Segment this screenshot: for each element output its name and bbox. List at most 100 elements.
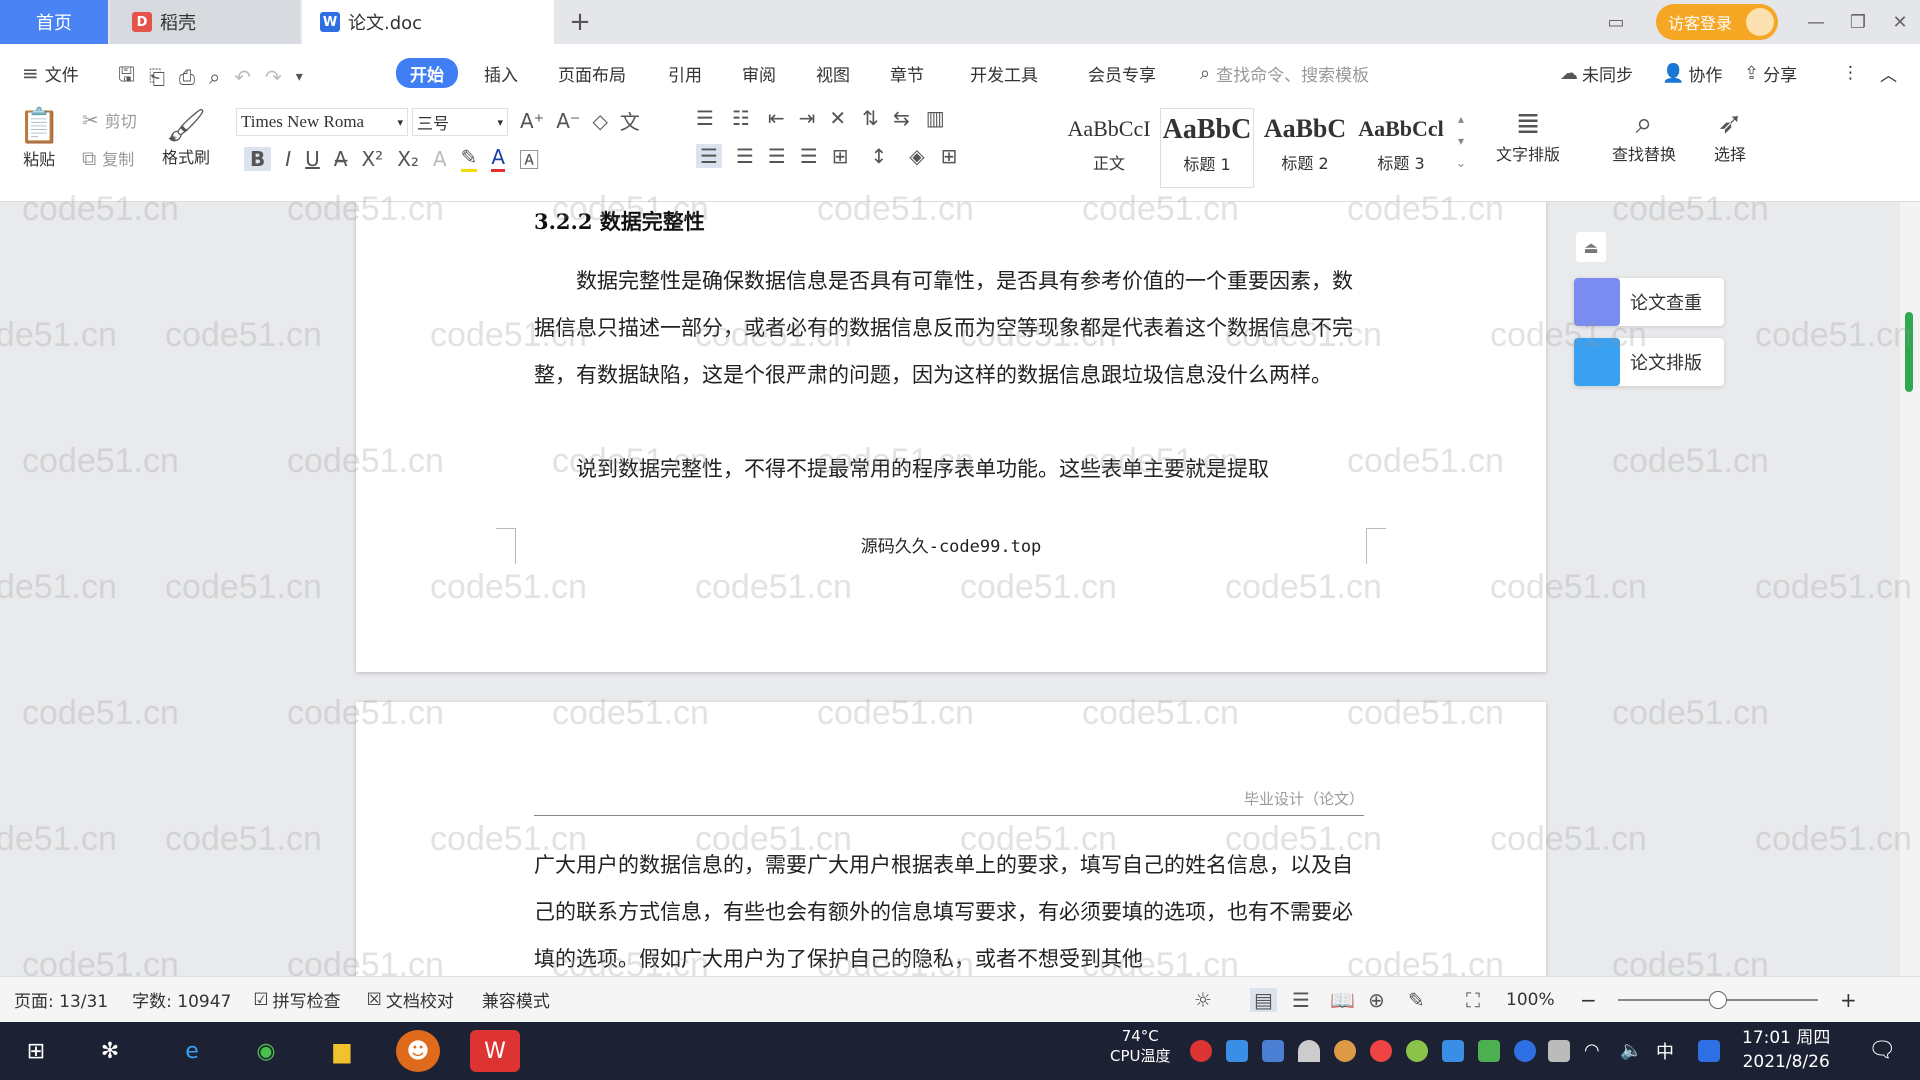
ime-indicator[interactable]: 中 <box>1656 1038 1674 1064</box>
font-color-icon[interactable]: A <box>491 145 506 172</box>
numbered-list-icon[interactable]: ☷ <box>732 106 750 130</box>
font-family-select[interactable]: Times New Roma ▾ <box>236 108 408 136</box>
share-button[interactable]: ⇪ 分享 <box>1744 58 1797 88</box>
menu-review[interactable]: 审阅 <box>742 58 776 88</box>
menu-member[interactable]: 会员专享 <box>1088 58 1156 88</box>
wifi-icon[interactable]: ◠ <box>1584 1040 1606 1062</box>
sync-button[interactable]: ☁ 未同步 <box>1560 58 1633 88</box>
increase-indent-icon[interactable]: ⇥ <box>799 106 816 130</box>
tray-network-app-icon[interactable] <box>1226 1040 1248 1062</box>
shading-icon[interactable]: ◈ <box>909 144 924 168</box>
tray-plus-icon[interactable] <box>1406 1040 1428 1062</box>
save-icon[interactable]: 🖫 <box>118 60 135 94</box>
paste-button[interactable]: 📋 粘贴 <box>18 106 60 170</box>
menu-start[interactable]: 开始 <box>396 58 458 88</box>
cpu-temp-widget[interactable]: 74°C CPU温度 <box>1110 1026 1171 1066</box>
menu-references[interactable]: 引用 <box>668 58 702 88</box>
pinwheel-app-icon[interactable]: ✻ <box>88 1030 132 1072</box>
clear-format-icon[interactable]: ◇ <box>593 109 608 133</box>
windows-start-icon[interactable]: ⊞ <box>14 1030 58 1072</box>
wps-app-icon[interactable]: W <box>470 1030 520 1072</box>
decrease-indent-icon[interactable]: ⇤ <box>768 106 785 130</box>
more-icon[interactable]: ⋮ <box>1842 58 1859 88</box>
ruler-icon[interactable]: ▥ <box>926 106 945 130</box>
tray-avatar-icon[interactable] <box>1334 1040 1356 1062</box>
grow-font-icon[interactable]: A⁺ <box>520 109 544 133</box>
layout-toggle-icon[interactable]: ▭ <box>1596 6 1636 38</box>
menu-insert[interactable]: 插入 <box>484 58 518 88</box>
justify-icon[interactable]: ☰ <box>800 144 818 168</box>
zoom-level[interactable]: 100% <box>1506 990 1555 1010</box>
tray-sync-icon[interactable] <box>1442 1040 1464 1062</box>
collapse-ribbon-icon[interactable]: ︿ <box>1880 58 1897 88</box>
line-spacing-icon[interactable]: ↕ <box>871 144 888 168</box>
collab-button[interactable]: 👤 协作 <box>1662 58 1722 88</box>
select-button[interactable]: ➶ 选择 <box>1714 106 1746 165</box>
tab-document[interactable]: W 论文.doc <box>302 0 554 44</box>
zoom-slider-thumb[interactable] <box>1709 991 1727 1009</box>
distributed-icon[interactable]: ⊞ <box>832 144 849 168</box>
file-explorer-icon[interactable]: ▆ <box>320 1030 364 1072</box>
style-heading-3[interactable]: AaBbCcl 标题 3 <box>1354 108 1448 188</box>
underline-icon[interactable]: U <box>305 147 320 171</box>
command-search[interactable]: ⌕ 查找命令、搜索模板 <box>1200 58 1369 88</box>
eye-care-icon[interactable]: ☼ <box>1194 988 1212 1012</box>
web-view-icon[interactable]: ⊕ <box>1368 988 1385 1012</box>
game-app-icon[interactable]: ☻ <box>396 1030 440 1072</box>
superscript-icon[interactable]: X² <box>361 147 383 171</box>
battery-icon[interactable] <box>1548 1040 1570 1062</box>
menu-developer[interactable]: 开发工具 <box>970 58 1038 88</box>
chevron-down-icon[interactable]: ▾ <box>296 69 303 85</box>
page-view-icon[interactable]: ▤ <box>1250 987 1277 1012</box>
nvidia-icon[interactable] <box>1478 1040 1500 1062</box>
style-scroll[interactable]: ▴ ▾ ⌄ <box>1456 108 1466 174</box>
write-mode-icon[interactable]: ✎ <box>1408 988 1425 1012</box>
text-layout-button[interactable]: ≣ 文字排版 <box>1496 106 1560 165</box>
document-canvas[interactable]: 3.2.2 数据完整性 数据完整性是确保数据信息是否具有可靠性，是否具有参考价值… <box>0 202 1900 976</box>
align-left-icon[interactable]: ☰ <box>696 144 722 168</box>
tab-home[interactable]: 首页 <box>0 0 108 44</box>
style-heading-1[interactable]: AaBbC 标题 1 <box>1160 108 1254 188</box>
zoom-out-icon[interactable]: − <box>1580 988 1597 1012</box>
undo-icon[interactable]: ↶ <box>234 65 251 89</box>
tray-app-icon[interactable] <box>1190 1040 1212 1062</box>
italic-icon[interactable]: I <box>285 147 291 171</box>
paper-check-button[interactable]: 论文查重 <box>1574 278 1724 326</box>
reading-view-icon[interactable]: 📖 <box>1330 988 1355 1012</box>
phonetic-icon[interactable]: 文 <box>620 106 640 135</box>
font-size-select[interactable]: 三号 ▾ <box>412 108 508 136</box>
cut-button[interactable]: ✂ 剪切 <box>82 108 137 132</box>
new-tab-button[interactable]: + <box>560 0 600 44</box>
spell-check-button[interactable]: 拼写检查 <box>273 987 341 1012</box>
find-replace-button[interactable]: ⌕ 查找替换 <box>1612 106 1676 165</box>
proofread-button[interactable]: 文档校对 <box>386 987 454 1012</box>
copy-button[interactable]: ⧉ 复制 <box>82 146 134 170</box>
shield-icon[interactable] <box>1262 1040 1284 1062</box>
tab-daoke[interactable]: D 稻壳 <box>110 0 300 44</box>
volume-icon[interactable]: 🔈 <box>1620 1040 1642 1062</box>
style-normal[interactable]: AaBbCcI 正文 <box>1062 108 1156 188</box>
char-border-icon[interactable]: 🄰 <box>519 144 539 173</box>
align-center-icon[interactable]: ☰ <box>736 144 754 168</box>
subscript-icon[interactable]: X₂ <box>397 147 419 171</box>
bullet-list-icon[interactable]: ☰ <box>696 106 714 130</box>
chinese-layout-icon[interactable]: ✕ <box>829 106 846 130</box>
360-browser-icon[interactable]: ◉ <box>244 1030 288 1072</box>
word-count[interactable]: 字数: 10947 <box>132 987 231 1012</box>
format-painter-button[interactable]: 🖌 格式刷 <box>162 106 210 168</box>
redo-icon[interactable]: ↷ <box>265 65 282 89</box>
zoom-slider[interactable] <box>1618 991 1818 1009</box>
borders-icon[interactable]: ⊞ <box>941 144 958 168</box>
page-indicator[interactable]: 页面: 13/31 <box>14 987 108 1012</box>
vertical-scrollbar[interactable] <box>1900 202 1920 976</box>
print-preview-icon[interactable]: ⌕ <box>209 65 220 89</box>
menu-page-layout[interactable]: 页面布局 <box>558 58 626 88</box>
text-direction-icon[interactable]: ⇆ <box>893 106 910 130</box>
export-icon[interactable]: ⎗ <box>149 65 165 89</box>
scrollbar-thumb[interactable] <box>1905 312 1913 392</box>
restore-icon[interactable]: ❐ <box>1838 6 1878 38</box>
outline-view-icon[interactable]: ☰ <box>1292 988 1310 1012</box>
text-effect-icon[interactable]: A <box>433 147 447 171</box>
print-icon[interactable]: ⎙ <box>179 65 195 89</box>
notification-icon[interactable]: 🗨 <box>1868 1038 1896 1063</box>
